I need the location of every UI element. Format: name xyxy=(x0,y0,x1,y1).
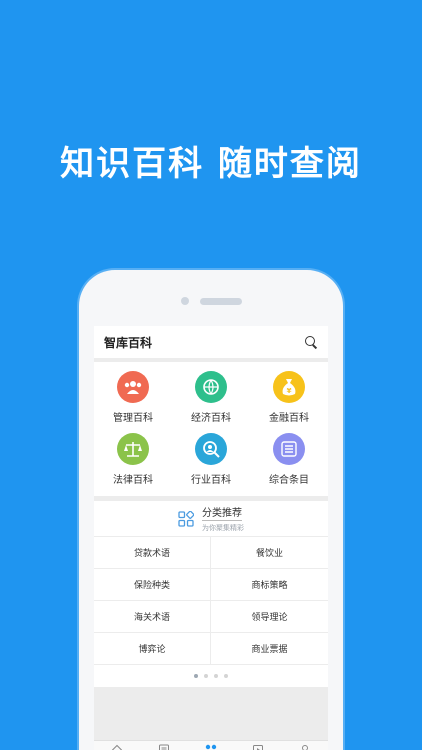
category-label: 法律百科 xyxy=(113,474,153,486)
category-label: 经济百科 xyxy=(191,412,231,424)
phone-frame: 智库百科 管理百科 经济百科 ¥ 金融百科 法律百科 行业百科 综合条目 分类推… xyxy=(79,270,343,750)
category-label: 管理百科 xyxy=(113,412,153,424)
tab-mine[interactable]: 我的 xyxy=(281,741,328,750)
category-economy[interactable]: 经济百科 xyxy=(172,366,250,428)
recommend-title: 分类推荐 xyxy=(202,504,242,521)
tab-home[interactable]: 首页 xyxy=(94,741,141,750)
category-grid: 管理百科 经济百科 ¥ 金融百科 法律百科 行业百科 综合条目 xyxy=(94,362,328,496)
phone-speaker xyxy=(200,298,242,305)
page-dot[interactable] xyxy=(194,674,198,678)
money-bag-icon: ¥ xyxy=(273,370,305,403)
app-screen: 智库百科 管理百科 经济百科 ¥ 金融百科 法律百科 行业百科 综合条目 分类推… xyxy=(94,326,328,750)
home-icon xyxy=(112,744,123,750)
grid-dots-icon xyxy=(205,744,217,750)
recommend-item[interactable]: 餐饮业 xyxy=(211,537,328,569)
category-law[interactable]: 法律百科 xyxy=(94,428,172,490)
category-grid-icon xyxy=(178,510,194,527)
recommend-header: 分类推荐 为你聚集精彩 xyxy=(94,501,328,537)
book-list-icon xyxy=(159,744,170,750)
user-icon xyxy=(301,745,308,750)
app-bar: 智库百科 xyxy=(94,326,328,362)
promo-headline: 知识百科 随时查阅 xyxy=(60,144,362,184)
category-finance[interactable]: ¥ 金融百科 xyxy=(250,366,328,428)
category-label: 综合条目 xyxy=(269,474,309,486)
recommend-item[interactable]: 博弈论 xyxy=(94,633,211,665)
app-title: 智库百科 xyxy=(104,335,153,350)
page-dot[interactable] xyxy=(224,674,228,678)
svg-text:¥: ¥ xyxy=(287,387,292,395)
magnifier-person-icon xyxy=(195,432,227,465)
recommend-item[interactable]: 海关术语 xyxy=(94,601,211,633)
tab-study[interactable]: 学习 xyxy=(141,741,188,750)
video-icon xyxy=(252,745,263,750)
scales-icon xyxy=(117,432,149,465)
list-icon xyxy=(273,432,305,465)
people-group-icon xyxy=(117,370,149,403)
tab-classroom[interactable]: 课堂 xyxy=(234,741,281,750)
recommend-item[interactable]: 保险种类 xyxy=(94,569,211,601)
category-general[interactable]: 综合条目 xyxy=(250,428,328,490)
recommend-item[interactable]: 领导理论 xyxy=(211,601,328,633)
recommend-subtitle: 为你聚集精彩 xyxy=(202,524,244,532)
category-label: 行业百科 xyxy=(191,474,231,486)
recommend-section: 分类推荐 为你聚集精彩 贷款术语 餐饮业 保险种类 商标策略 海关术语 领导理论… xyxy=(94,501,328,687)
category-industry[interactable]: 行业百科 xyxy=(172,428,250,490)
page-indicator xyxy=(94,665,328,687)
tab-encyclopedia[interactable]: 百科 xyxy=(188,741,235,750)
page-dot[interactable] xyxy=(204,674,208,678)
bottom-tab-bar: 首页 学习 百科 课堂 我的 xyxy=(94,740,328,750)
category-management[interactable]: 管理百科 xyxy=(94,366,172,428)
category-label: 金融百科 xyxy=(269,412,309,424)
page-dot[interactable] xyxy=(214,674,218,678)
search-icon[interactable] xyxy=(304,335,318,349)
recommend-item[interactable]: 商标策略 xyxy=(211,569,328,601)
recommend-list: 贷款术语 餐饮业 保险种类 商标策略 海关术语 领导理论 博弈论 商业票据 xyxy=(94,537,328,665)
phone-camera xyxy=(181,297,189,305)
recommend-item[interactable]: 商业票据 xyxy=(211,633,328,665)
globe-money-icon xyxy=(195,370,227,403)
recommend-item[interactable]: 贷款术语 xyxy=(94,537,211,569)
